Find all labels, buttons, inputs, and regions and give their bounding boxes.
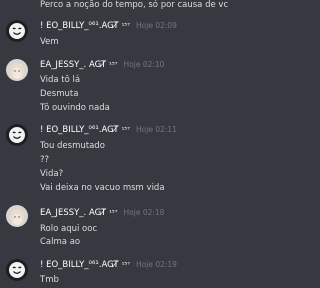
timestamp: Hoje 02:09	[136, 21, 177, 30]
message-text: Vai deixa no vacuo msm vida	[40, 183, 165, 193]
message-text: Vida tô lá	[40, 75, 81, 85]
chat-message-list: Perco a noção do tempo, só por causa de …	[0, 0, 288, 288]
message-header: EA_JESSY_. AGT̸ ¹⁵⁷ Hoje 02:18	[40, 207, 164, 219]
message-text: Perco a noção do tempo, só por causa de …	[40, 0, 229, 10]
user-tag: ¹⁵⁷	[121, 22, 131, 30]
girl-photo-avatar-icon[interactable]	[6, 59, 28, 81]
username[interactable]: ! EO_BILLY_⁰⁶¹.AGT̸	[40, 124, 119, 136]
marshmello-avatar-icon[interactable]	[6, 20, 28, 42]
message-header: ! EO_BILLY_⁰⁶¹.AGT̸ ¹⁵⁷ Hoje 02:19	[40, 259, 177, 271]
message-text: Vida?	[40, 169, 64, 179]
username[interactable]: ! EO_BILLY_⁰⁶¹.AGT̸	[40, 259, 119, 271]
username[interactable]: ! EO_BILLY_⁰⁶¹.AGT̸	[40, 20, 119, 32]
user-tag: ¹⁵⁷	[121, 261, 131, 269]
girl-photo-avatar-icon[interactable]	[6, 205, 28, 227]
marshmello-avatar-icon[interactable]	[6, 259, 28, 281]
timestamp: Hoje 02:18	[123, 208, 165, 217]
message-text: Tmb	[40, 275, 59, 285]
timestamp: Hoje 02:10	[123, 60, 165, 69]
message-text: Tou desmutado	[40, 141, 105, 151]
message-text: Vem	[40, 37, 59, 47]
message-text: Rolo aqui ooc	[40, 224, 98, 234]
user-tag: ¹⁵⁷	[109, 61, 118, 69]
username[interactable]: EA_JESSY_. AGT̸	[40, 59, 106, 71]
username[interactable]: EA_JESSY_. AGT̸	[40, 207, 106, 219]
message-text: ??	[40, 155, 50, 165]
message-text: Calma ao	[40, 237, 81, 247]
message-header: EA_JESSY_. AGT̸ ¹⁵⁷ Hoje 02:10	[40, 59, 164, 71]
timestamp: Hoje 02:11	[136, 125, 177, 134]
message-text: Desmuta	[40, 89, 79, 99]
marshmello-avatar-icon[interactable]	[6, 124, 28, 146]
message-header: ! EO_BILLY_⁰⁶¹.AGT̸ ¹⁵⁷ Hoje 02:09	[40, 20, 177, 32]
message-header: ! EO_BILLY_⁰⁶¹.AGT̸ ¹⁵⁷ Hoje 02:11	[40, 124, 177, 136]
message-text: Tô ouvindo nada	[40, 103, 110, 113]
timestamp: Hoje 02:19	[136, 260, 177, 269]
user-tag: ¹⁵⁷	[121, 126, 131, 134]
user-tag: ¹⁵⁷	[109, 209, 118, 217]
